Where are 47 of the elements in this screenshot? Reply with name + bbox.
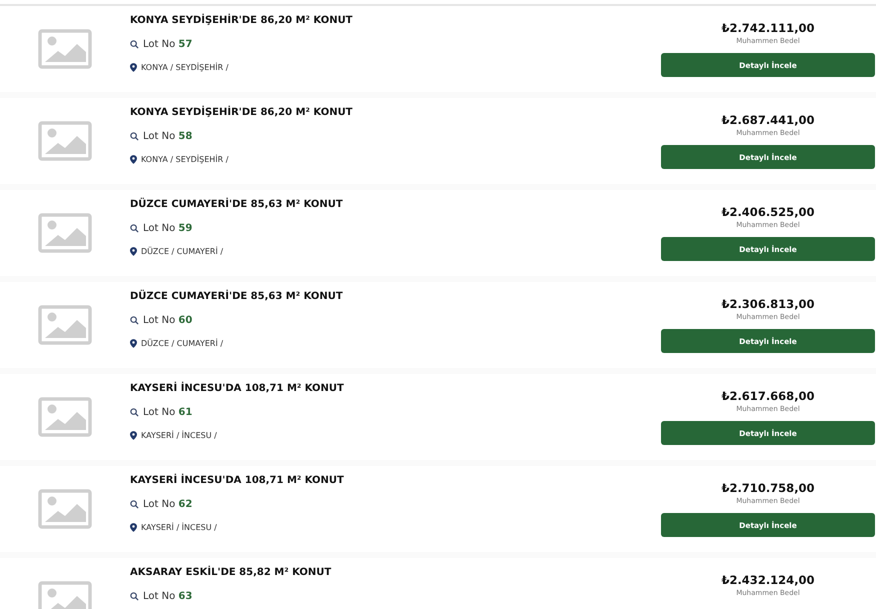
price: ₺2.710.758,00 <box>721 480 815 496</box>
search-icon <box>130 40 139 48</box>
listing-title: KAYSERİ İNCESU'DA 108,71 M² KONUT <box>130 381 345 396</box>
image-placeholder-icon <box>38 489 92 529</box>
listing-location: KAYSERİ / İNCESU / <box>141 522 217 532</box>
lot-number: Lot No 62 <box>143 498 192 510</box>
image-placeholder-icon <box>38 29 92 69</box>
image-placeholder-icon <box>38 581 92 609</box>
listing-title: KONYA SEYDİŞEHİR'DE 86,20 M² KONUT <box>130 105 354 120</box>
location-pin-icon <box>130 430 137 440</box>
listing-title: KAYSERİ İNCESU'DA 108,71 M² KONUT <box>130 473 345 488</box>
location-pin-icon <box>130 338 137 348</box>
lot-number: Lot No 59 <box>143 222 192 234</box>
search-icon <box>130 592 139 600</box>
price: ₺2.617.668,00 <box>721 388 815 404</box>
listing-title: DÜZCE CUMAYERİ'DE 85,63 M² KONUT <box>130 289 344 304</box>
location-pin-icon <box>130 154 137 164</box>
search-icon <box>130 500 139 508</box>
search-icon <box>130 224 139 232</box>
price: ₺2.406.525,00 <box>721 204 815 220</box>
image-placeholder-icon <box>38 121 92 161</box>
search-icon <box>130 132 139 140</box>
location-pin-icon <box>130 522 137 532</box>
lot-number: Lot No 58 <box>143 130 192 142</box>
listing-title: DÜZCE CUMAYERİ'DE 85,63 M² KONUT <box>130 197 344 212</box>
listing-title: KONYA SEYDİŞEHİR'DE 86,20 M² KONUT <box>130 13 354 28</box>
image-placeholder-icon <box>38 305 92 345</box>
listing-title: AKSARAY ESKİL'DE 85,82 M² KONUT <box>130 565 332 580</box>
lot-number: Lot No 63 <box>143 590 192 602</box>
lot-number: Lot No 60 <box>143 314 192 326</box>
lot-number: Lot No 57 <box>143 38 192 50</box>
listing-location: KAYSERİ / İNCESU / <box>141 430 217 440</box>
price: ₺2.687.441,00 <box>721 112 815 128</box>
location-pin-icon <box>130 246 137 256</box>
listing-location: DÜZCE / CUMAYERİ / <box>141 338 224 348</box>
listing-location: DÜZCE / CUMAYERİ / <box>141 246 224 256</box>
price: ₺2.306.813,00 <box>721 296 815 312</box>
listing-location: KONYA / SEYDİŞEHİR / <box>141 62 228 72</box>
lot-number: Lot No 61 <box>143 406 192 418</box>
location-pin-icon <box>130 62 137 72</box>
image-placeholder-icon <box>38 213 92 253</box>
search-icon <box>130 408 139 416</box>
price: ₺2.432.124,00 <box>721 572 815 588</box>
search-icon <box>130 316 139 324</box>
listing-location: KONYA / SEYDİŞEHİR / <box>141 154 228 164</box>
image-placeholder-icon <box>38 397 92 437</box>
price: ₺2.742.111,00 <box>721 20 815 36</box>
